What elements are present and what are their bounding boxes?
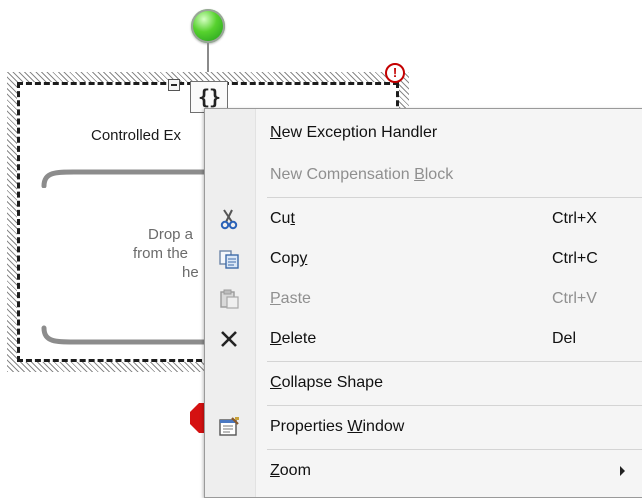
menu-item-label: Copy (270, 250, 308, 267)
shape-title: Controlled Ex (91, 127, 182, 144)
drop-hint-line: Drop a (148, 226, 194, 243)
start-node[interactable] (191, 9, 225, 43)
properties-window-icon (217, 415, 241, 439)
menu-item-properties-window[interactable]: Properties Window (205, 407, 642, 447)
menu-separator (267, 361, 642, 362)
submenu-arrow-icon (620, 466, 625, 476)
menu-item-cut[interactable]: Cut Ctrl+X (205, 199, 642, 239)
menu-item-label: Collapse Shape (270, 374, 383, 391)
menu-item-shortcut: Del (552, 330, 577, 347)
drop-hint-line: from the (133, 245, 189, 262)
menu-separator (267, 405, 642, 406)
delete-x-icon (217, 327, 241, 351)
menu-item-label: Zoom (270, 462, 311, 479)
menu-item-shortcut: Ctrl+C (552, 250, 598, 267)
menu-item-copy[interactable]: Copy Ctrl+C (205, 239, 642, 279)
menu-item-label: Cut (270, 210, 295, 227)
collapse-toggle-button[interactable] (168, 79, 180, 91)
paste-icon (217, 287, 241, 311)
context-menu: New Exception Handler New Compensation B… (204, 108, 642, 498)
menu-item-new-exception-handler[interactable]: New Exception Handler (205, 113, 642, 153)
scissors-icon (217, 207, 241, 231)
menu-item-zoom[interactable]: Zoom (205, 451, 642, 491)
menu-item-collapse-shape[interactable]: Collapse Shape (205, 363, 642, 403)
bottom-brace-band (40, 324, 210, 350)
menu-item-label: Properties Window (270, 418, 405, 435)
menu-item-label: Paste (270, 290, 311, 307)
drop-hint-line: he (182, 264, 199, 281)
menu-separator (267, 197, 642, 198)
copy-icon (217, 247, 241, 271)
menu-item-new-compensation-block[interactable]: New Compensation Block (205, 155, 642, 195)
menu-item-paste[interactable]: Paste Ctrl+V (205, 279, 642, 319)
menu-item-shortcut: Ctrl+X (552, 210, 597, 227)
error-indicator-icon[interactable]: ! (385, 63, 405, 83)
menu-item-delete[interactable]: Delete Del (205, 319, 642, 359)
menu-item-label: Delete (270, 330, 317, 347)
menu-item-label: New Compensation Block (270, 166, 454, 183)
menu-separator (267, 449, 642, 450)
top-brace-band (40, 162, 210, 188)
menu-item-shortcut: Ctrl+V (552, 290, 597, 307)
menu-item-label: New Exception Handler (270, 124, 438, 141)
